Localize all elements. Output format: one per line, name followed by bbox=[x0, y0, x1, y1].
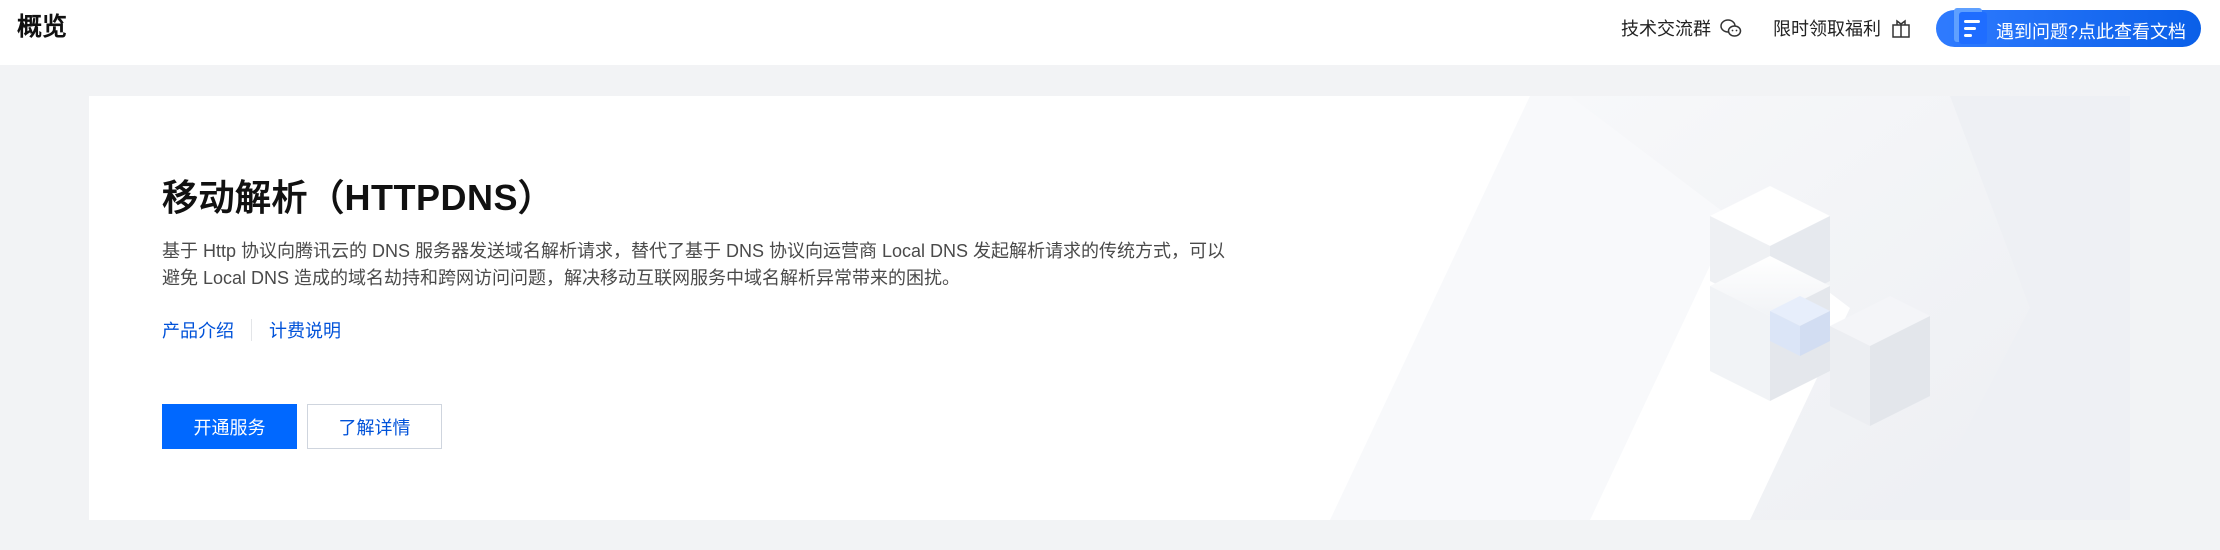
product-title: 移动解析（HTTPDNS） bbox=[162, 177, 555, 218]
link-divider bbox=[251, 319, 252, 341]
help-docs-button[interactable]: 遇到问题?点此查看文档 bbox=[1936, 8, 2201, 47]
cube-illustration bbox=[1330, 96, 2130, 520]
product-description: 基于 Http 协议向腾讯云的 DNS 服务器发送域名解析请求，替代了基于 DN… bbox=[162, 241, 1226, 288]
product-banner: 移动解析（HTTPDNS） 基于 Http 协议向腾讯云的 DNS 服务器发送域… bbox=[89, 96, 2130, 520]
pricing-link[interactable]: 计费说明 bbox=[269, 317, 341, 343]
wechat-icon bbox=[1720, 19, 1742, 37]
learn-more-button[interactable]: 了解详情 bbox=[307, 404, 442, 449]
activate-service-button[interactable]: 开通服务 bbox=[162, 404, 297, 449]
gift-icon bbox=[1892, 19, 1910, 38]
top-bar: 概览 技术交流群 限时领取福利 遇到问题?点此查看文档 bbox=[0, 0, 2220, 65]
tech-group-label: 技术交流群 bbox=[1621, 19, 1711, 39]
welfare-link[interactable]: 限时领取福利 bbox=[1773, 14, 1913, 42]
welfare-label: 限时领取福利 bbox=[1773, 19, 1881, 39]
document-icon bbox=[1954, 8, 1987, 44]
help-docs-label: 遇到问题?点此查看文档 bbox=[1996, 22, 2187, 42]
tech-group-link[interactable]: 技术交流群 bbox=[1621, 14, 1743, 42]
product-links: 产品介绍 计费说明 bbox=[162, 317, 341, 343]
product-intro-link[interactable]: 产品介绍 bbox=[162, 317, 234, 343]
page-title: 概览 bbox=[17, 13, 68, 41]
